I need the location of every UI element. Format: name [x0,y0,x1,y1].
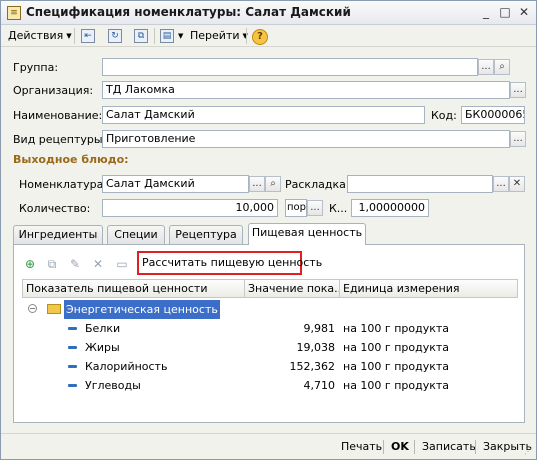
column-header-value[interactable]: Значение пока... [245,280,340,297]
bottom-divider [475,440,476,454]
coefficient-label: К... [329,202,348,215]
related-documents-icon[interactable]: ▤ [160,29,174,43]
caret-down-icon: ▼ [66,32,72,40]
row-unit: на 100 г продукта [343,322,450,335]
table-row[interactable]: Калорийность 152,362 на 100 г продукта [22,357,518,376]
coefficient-field[interactable]: 1,00000000 [351,199,429,217]
row-value: 19,038 [296,341,336,354]
layout-clear-button[interactable]: ✕ [509,176,525,192]
item-icon [68,346,77,349]
actions-label: Действия [8,29,64,42]
recipe-type-field[interactable]: Приготовление [102,130,510,148]
layout-field[interactable] [347,175,493,193]
group-search-icon[interactable]: ⌕ [494,59,510,75]
row-unit: на 100 г продукта [343,379,450,392]
toolbar-divider [74,28,75,44]
close-window-button[interactable]: ✕ [515,4,533,21]
caret-down-icon: ▼ [178,32,184,40]
unit-field[interactable]: порц [285,199,307,217]
add-icon[interactable]: ⊕ [22,256,38,272]
organization-label: Организация: [13,84,94,97]
goto-label: Перейти [190,29,240,42]
unit-select-button[interactable]: ... [307,200,323,216]
help-icon[interactable]: ? [252,29,268,45]
recipe-type-label: Вид рецептуры: [13,133,107,146]
specification-window: ≡ Спецификация номенклатуры: Салат Дамск… [0,0,537,460]
table-row[interactable]: Белки 9,981 на 100 г продукта [22,319,518,338]
row-name: Калорийность [85,360,168,373]
quantity-field[interactable]: 10,000 [102,199,278,217]
tab-recipe[interactable]: Рецептура [169,225,243,244]
save-icon[interactable]: ▭ [114,256,130,272]
tab-ingredients[interactable]: Ингредиенты [13,225,103,244]
table-row[interactable]: Углеводы 4,710 на 100 г продукта [22,376,518,395]
related-documents-dropdown[interactable]: ▼ [175,28,183,44]
group-select-button[interactable]: ... [478,59,494,75]
toolbar-divider [246,28,247,44]
row-name: Белки [85,322,121,335]
organization-select-button[interactable]: ... [510,82,526,98]
maximize-button[interactable]: □ [496,4,514,21]
grid-header: Показатель пищевой ценности Значение пок… [22,279,518,298]
window-title: Спецификация номенклатуры: Салат Дамский [26,5,351,19]
delete-icon[interactable]: ✕ [90,256,106,272]
refresh-icon[interactable]: ↻ [108,29,122,43]
document-icon: ≡ [7,6,21,20]
nomenclature-label: Номенклатура: [19,178,108,191]
calculate-nutrition-button[interactable]: Рассчитать пищевую ценность [137,251,322,275]
quantity-label: Количество: [19,202,91,215]
nomenclature-search-icon[interactable]: ⌕ [265,176,281,192]
row-value: 4,710 [303,379,336,392]
column-header-indicator[interactable]: Показатель пищевой ценности [23,280,245,297]
row-name: Жиры [85,341,120,354]
bottom-bar: Печать OK Записать Закрыть ⋰ [1,433,536,459]
nomenclature-select-button[interactable]: ... [249,176,265,192]
minimize-button[interactable]: _ [477,4,495,21]
organization-field[interactable]: ТД Лакомка [102,81,510,99]
resize-grip-icon[interactable]: ⋰ [524,447,534,457]
ok-button[interactable]: OK [391,439,409,455]
toolbar: Действия▼ ⇤ ↻ ⧉ ▤ ▼ Перейти▼ ? [1,25,536,47]
tab-nutrition-value[interactable]: Пищевая ценность [248,223,366,245]
collapse-icon[interactable]: − [28,304,37,313]
goto-list-icon[interactable]: ⇤ [81,29,95,43]
item-icon [68,327,77,330]
title-bar: ≡ Спецификация номенклатуры: Салат Дамск… [1,1,536,25]
edit-icon[interactable]: ✎ [67,256,83,272]
code-field[interactable]: БК0000065 [461,106,525,124]
row-name: Углеводы [85,379,141,392]
folder-icon [47,304,61,314]
name-field[interactable]: Салат Дамский [102,106,425,124]
tab-spices[interactable]: Специи [107,225,165,244]
row-unit: на 100 г продукта [343,360,450,373]
layout-label: Раскладка: [285,178,350,191]
name-label: Наименование: [13,109,103,122]
toolbar-divider [154,28,155,44]
item-icon [68,384,77,387]
goto-menu-button[interactable]: Перейти▼ [190,28,248,44]
group-label: Группа: [13,61,59,74]
recipe-type-select-button[interactable]: ... [510,131,526,147]
group-row-label: Энергетическая ценность [64,300,220,319]
output-dish-section-title: Выходное блюдо: [13,153,129,166]
print-button[interactable]: Печать [341,439,382,455]
save-button[interactable]: Записать [422,439,476,455]
actions-menu-button[interactable]: Действия ▼ [8,28,72,44]
layout-select-button[interactable]: ... [493,176,509,192]
code-label: Код: [431,109,457,122]
row-value: 152,362 [289,360,336,373]
nomenclature-field[interactable]: Салат Дамский [102,175,249,193]
item-icon [68,365,77,368]
row-unit: на 100 г продукта [343,341,450,354]
bottom-divider [414,440,415,454]
group-row-energy[interactable]: − Энергетическая ценность [22,300,518,319]
copy-icon[interactable]: ⧉ [44,256,60,272]
bottom-divider [383,440,384,454]
table-row[interactable]: Жиры 19,038 на 100 г продукта [22,338,518,357]
group-field[interactable] [102,58,478,76]
row-value: 9,981 [303,322,336,335]
column-header-unit[interactable]: Единица измерения [340,280,517,297]
copy-document-icon[interactable]: ⧉ [134,29,148,43]
nutrition-panel: ⊕ ⧉ ✎ ✕ ▭ Рассчитать пищевую ценность По… [13,244,525,423]
